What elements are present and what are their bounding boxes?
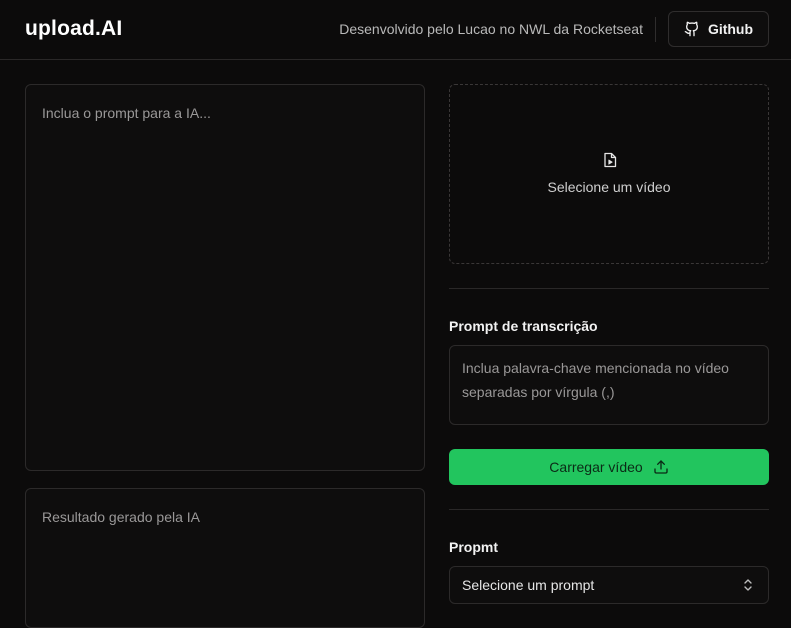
credit-text: Desenvolvido pelo Lucao no NWL da Rocket…: [339, 21, 643, 37]
chevron-up-down-icon: [744, 579, 752, 591]
top-bar: upload.AI Desenvolvido pelo Lucao no NWL…: [0, 0, 791, 60]
video-upload-dropzone[interactable]: Selecione um vídeo: [449, 84, 769, 264]
upload-icon: [654, 460, 668, 474]
transcription-prompt-input[interactable]: Inclua palavra-chave mencionada no vídeo…: [449, 345, 769, 425]
upload-button-label: Carregar vídeo: [549, 459, 643, 475]
section-divider: [449, 288, 769, 289]
github-button-label: Github: [707, 21, 754, 37]
section-divider: [449, 509, 769, 510]
result-textarea[interactable]: Resultado gerado pela IA: [25, 488, 425, 628]
prompt-textarea[interactable]: Inclua o prompt para a IA...: [25, 84, 425, 471]
transcription-placeholder: Inclua palavra-chave mencionada no vídeo…: [462, 360, 729, 400]
github-button[interactable]: Github: [668, 11, 769, 47]
result-placeholder: Resultado gerado pela IA: [42, 509, 200, 525]
github-icon: [684, 21, 698, 37]
transcription-label: Prompt de transcrição: [449, 318, 598, 334]
prompt-select-label: Propmt: [449, 539, 498, 555]
file-video-icon: [604, 152, 617, 168]
prompt-select[interactable]: Selecione um prompt: [449, 566, 769, 604]
upload-video-button[interactable]: Carregar vídeo: [449, 449, 769, 485]
app-logo: upload.AI: [25, 17, 123, 40]
video-select-label: Selecione um vídeo: [547, 179, 671, 195]
header-divider: [655, 17, 656, 42]
prompt-placeholder: Inclua o prompt para a IA...: [42, 105, 211, 121]
prompt-select-value: Selecione um prompt: [462, 577, 595, 593]
